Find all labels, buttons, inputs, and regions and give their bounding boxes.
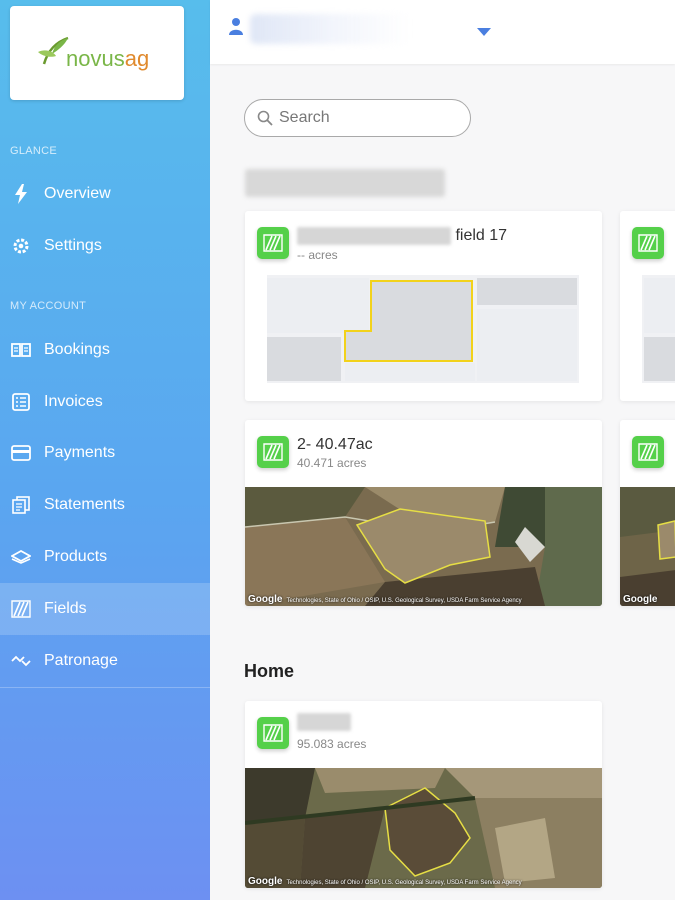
field-name-redacted	[297, 227, 451, 245]
user-icon[interactable]	[229, 17, 243, 40]
field-card[interactable]: field 17 -- acres	[245, 211, 602, 401]
group-title-redacted	[245, 169, 445, 197]
sidebar-item-bookings[interactable]: Bookings	[0, 324, 210, 376]
statement-icon	[10, 494, 32, 516]
map-attribution: Google Technologies, State of Ohio / OSIP…	[248, 594, 522, 605]
svg-text:novusag: novusag	[66, 46, 149, 71]
map-attribution: Google	[623, 594, 658, 605]
sidebar-item-statements[interactable]: Statements	[0, 479, 210, 531]
field-icon	[257, 227, 289, 259]
search-input[interactable]	[279, 109, 459, 127]
field-icon	[257, 717, 289, 749]
lightning-icon	[10, 183, 32, 205]
sidebar-item-patronage[interactable]: Patronage	[0, 635, 210, 687]
field-name: field 17	[297, 227, 507, 245]
field-card[interactable]	[620, 211, 675, 401]
sidebar-item-label: Bookings	[44, 341, 110, 358]
field-icon	[632, 227, 664, 259]
field-map-satellite[interactable]: Google	[620, 487, 675, 606]
field-name: 2- 40.47ac	[297, 436, 373, 453]
sidebar-item-label: Statements	[44, 496, 125, 513]
map-attribution: Google Technologies, State of Ohio / OSIP…	[248, 876, 522, 887]
sidebar-item-invoices[interactable]: Invoices	[0, 376, 210, 428]
gear-icon	[10, 235, 32, 257]
field-map-placeholder[interactable]	[642, 275, 675, 383]
products-icon	[10, 546, 32, 568]
sidebar-item-products[interactable]: Products	[0, 531, 210, 583]
sidebar-item-label: Overview	[44, 185, 111, 202]
field-icon	[257, 436, 289, 468]
book-icon	[10, 339, 32, 361]
field-acres: 95.083 acres	[297, 737, 367, 751]
field-card[interactable]: 2- 40.47ac 40.471 acres Google Technologi…	[245, 420, 602, 606]
sidebar-item-label: Payments	[44, 444, 116, 461]
field-card[interactable]: Google	[620, 420, 675, 606]
field-name-redacted	[297, 713, 351, 731]
invoice-icon	[10, 391, 32, 413]
caret-down-icon[interactable]	[477, 23, 491, 41]
user-name[interactable]	[250, 14, 410, 44]
section-label-my-account: MY ACCOUNT	[10, 300, 87, 312]
sidebar-item-label: Products	[44, 548, 108, 565]
field-map-satellite[interactable]: Google Technologies, State of Ohio / OSIP…	[245, 768, 602, 888]
sidebar-item-payments[interactable]: Payments	[0, 427, 210, 479]
field-acres: 40.471 acres	[297, 456, 367, 470]
field-map-placeholder[interactable]	[267, 275, 579, 383]
sidebar-item-overview[interactable]: Overview	[0, 168, 210, 220]
card-icon	[10, 442, 32, 464]
group-title-home: Home	[244, 661, 295, 681]
search-icon	[257, 110, 273, 126]
section-label-glance: GLANCE	[10, 145, 58, 157]
novusag-logo-icon: novusag	[38, 36, 149, 71]
sidebar-item-label: Invoices	[44, 393, 103, 410]
field-icon	[632, 436, 664, 468]
patronage-icon	[10, 650, 32, 672]
sidebar: novusag GLANCE Overview Settings MY ACCO…	[0, 0, 210, 900]
sidebar-divider	[0, 687, 210, 688]
sidebar-item-label: Settings	[44, 237, 102, 254]
fields-icon	[10, 598, 32, 620]
field-name	[297, 713, 351, 731]
sidebar-item-label: Patronage	[44, 652, 118, 669]
field-acres: -- acres	[297, 248, 338, 262]
sidebar-item-fields[interactable]: Fields	[0, 583, 210, 635]
field-card[interactable]: 95.083 acres Google Technologies, State o…	[245, 701, 602, 888]
brand-logo[interactable]: novusag	[10, 6, 184, 100]
search-box[interactable]	[244, 99, 471, 137]
field-map-satellite[interactable]: Google Technologies, State of Ohio / OSIP…	[245, 487, 602, 606]
sidebar-item-settings[interactable]: Settings	[0, 220, 210, 272]
top-bar	[210, 0, 675, 64]
sidebar-item-label: Fields	[44, 600, 87, 617]
